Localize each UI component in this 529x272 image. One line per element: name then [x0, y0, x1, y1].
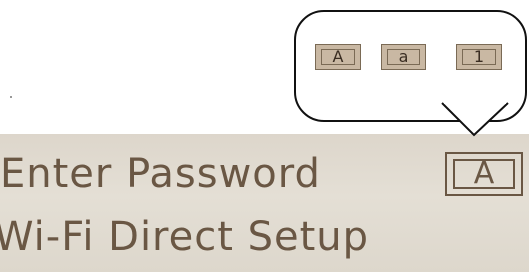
enter-password-label: Enter Password — [0, 151, 321, 197]
key-inner-frame — [321, 49, 355, 65]
numeric-mode-key: 1 — [456, 44, 502, 70]
wifi-direct-setup-label: Wi-Fi Direct Setup — [0, 214, 370, 260]
lowercase-mode-key: a — [381, 44, 426, 70]
indicator-label: A — [473, 156, 495, 191]
dust-speck — [10, 96, 12, 98]
key-inner-frame — [387, 49, 420, 65]
printer-lcd-screenshot: A a 1 Enter Password A Wi-Fi Direct Setu… — [0, 0, 529, 272]
key-inner-frame — [462, 49, 496, 65]
lcd-display: Enter Password A Wi-Fi Direct Setup — [0, 134, 529, 272]
input-mode-indicator: A — [445, 152, 523, 196]
callout-pointer — [441, 101, 509, 137]
uppercase-mode-key: A — [315, 44, 361, 70]
